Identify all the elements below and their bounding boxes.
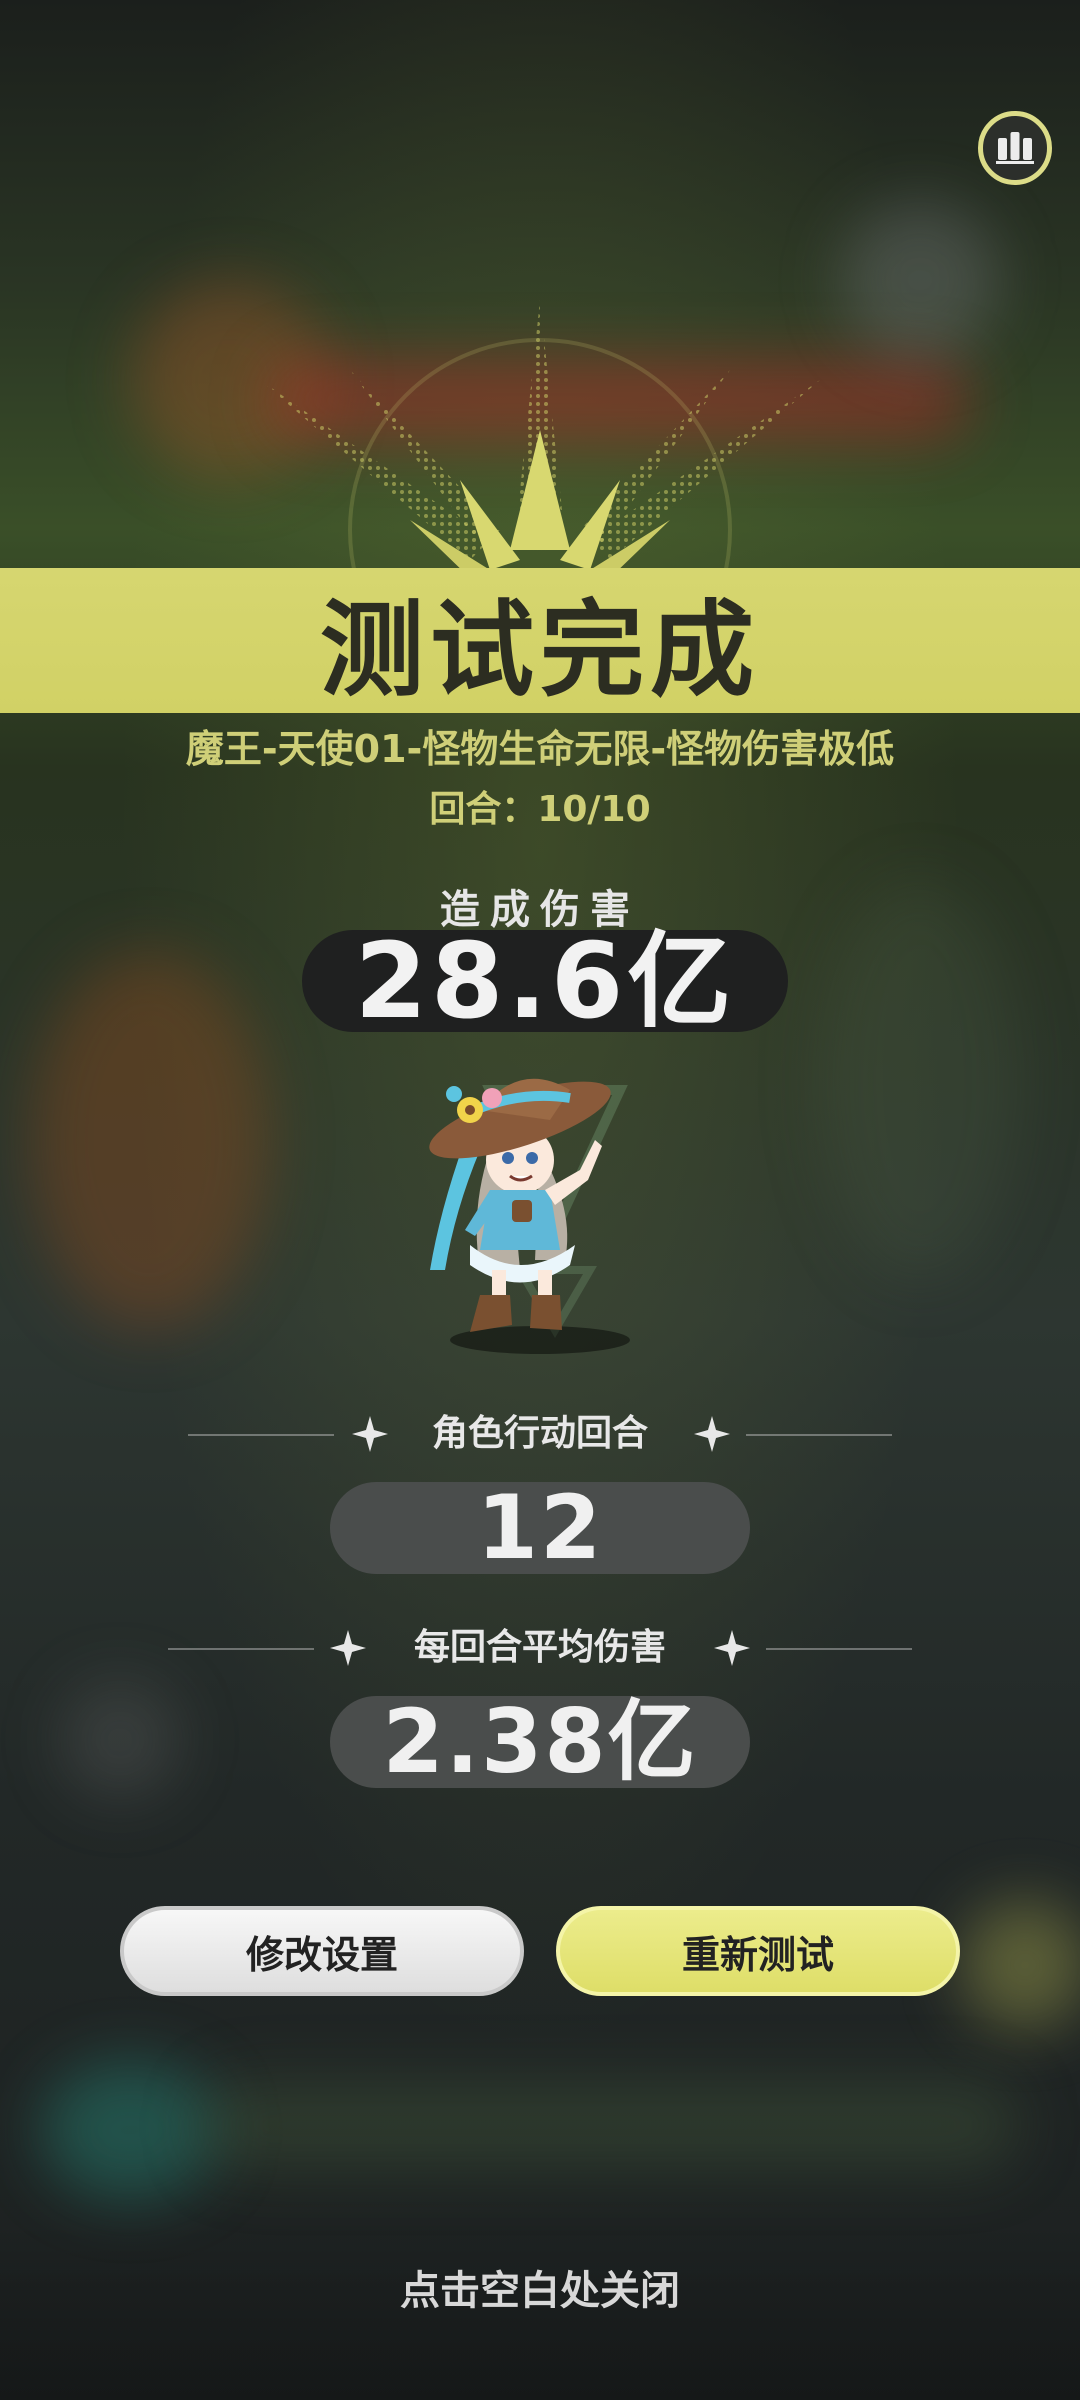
stat-value: 12 (476, 1476, 604, 1579)
result-title: 测试完成 (319, 589, 760, 711)
test-config-subtitle: 魔王-天使01-怪物生命无限-怪物伤害极低 (185, 727, 895, 771)
modify-settings-button[interactable]: 修改设置 (120, 1906, 524, 1996)
stat-header-avg-damage: 每回合平均伤害 (0, 1623, 1080, 1673)
background-blur (40, 2060, 220, 2200)
divider-line (766, 1648, 912, 1650)
round-counter: 回合：10/10 (429, 789, 651, 830)
damage-pill: 28.6亿 (302, 920, 788, 1042)
stat-label: 每回合平均伤害 (413, 1627, 666, 1668)
bar-chart-icon (996, 132, 1034, 164)
ranking-button[interactable] (978, 111, 1052, 185)
divider-line (746, 1434, 892, 1436)
sparkle-icon (714, 1630, 750, 1666)
background-blur (960, 1900, 1080, 2030)
result-screen[interactable]: 测试完成 魔王-天使01-怪物生命无限-怪物伤害极低 回合：10/10 造成伤害… (0, 0, 1080, 2400)
stat-label: 角色行动回合 (431, 1413, 648, 1454)
background-blur (60, 1680, 180, 1800)
background-blur (820, 880, 1020, 1280)
tap-to-close-hint[interactable]: 点击空白处关闭 (0, 2258, 1080, 2316)
background-blur (30, 950, 270, 1330)
character-sprite (429, 1078, 630, 1354)
damage-value: 28.6亿 (354, 920, 736, 1042)
result-banner: 测试完成 (0, 568, 1080, 713)
crown-burst-decoration (260, 300, 820, 580)
stat-value: 2.38亿 (382, 1690, 698, 1793)
sparkle-icon (694, 1416, 730, 1452)
stat-header-action-rounds: 角色行动回合 (0, 1409, 1080, 1459)
stat-pill-avg-damage: 2.38亿 (330, 1696, 750, 1788)
stat-pill-action-rounds: 12 (330, 1482, 750, 1574)
retest-button[interactable]: 重新测试 (556, 1906, 960, 1996)
background-blur (200, 2080, 1020, 2170)
